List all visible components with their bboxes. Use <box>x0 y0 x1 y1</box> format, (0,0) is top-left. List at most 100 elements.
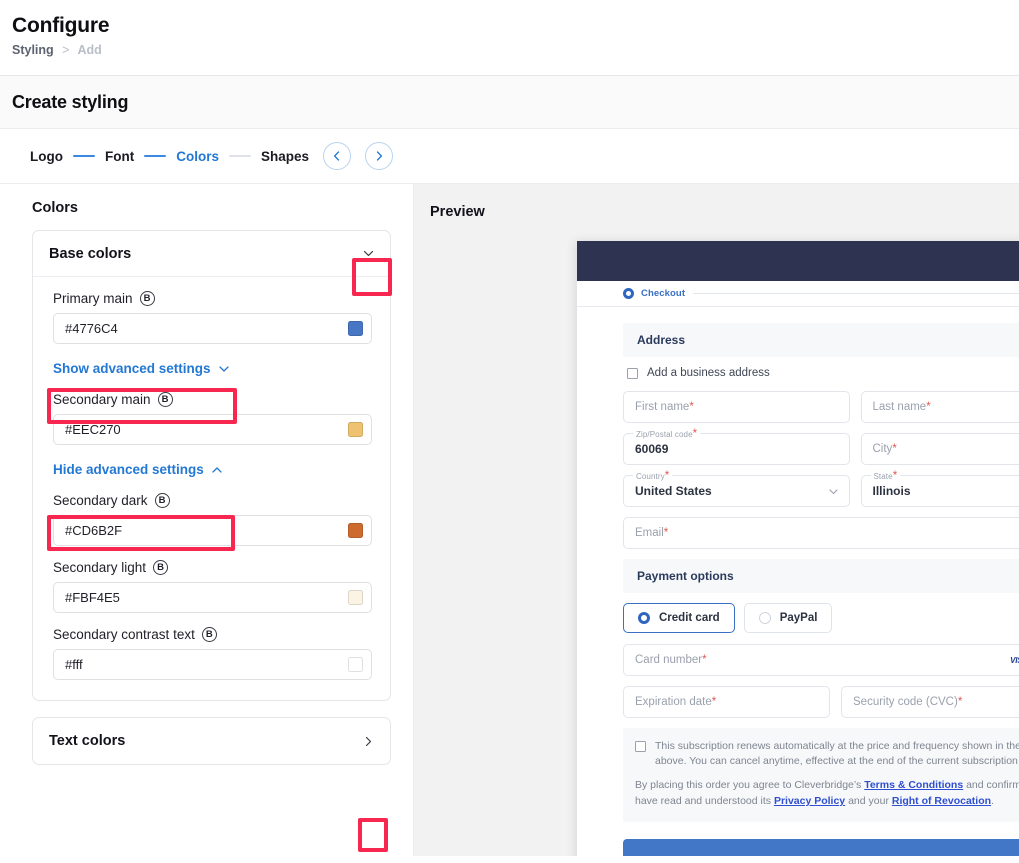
next-step-button[interactable] <box>365 142 394 170</box>
base-colors-card: Base colors Primary main B #4776C4 Show … <box>32 230 391 701</box>
secondary-light-input[interactable]: #FBF4E5 <box>53 582 372 613</box>
required-asterisk: * <box>663 527 669 539</box>
show-advanced-settings-link[interactable]: Show advanced settings <box>53 361 230 376</box>
state-value: Illinois <box>872 484 911 498</box>
step-shapes[interactable]: Shapes <box>261 149 309 164</box>
name-row: First name * Last name * <box>623 391 1019 423</box>
chevron-left-icon <box>333 151 340 161</box>
card-brand-icons: VISA <box>1010 655 1019 666</box>
visa-icon: VISA <box>1010 655 1019 665</box>
base-colors-header[interactable]: Base colors <box>33 231 390 277</box>
secondary-dark-input[interactable]: #CD6B2F <box>53 515 372 546</box>
checkout-submit-button[interactable] <box>623 838 1019 856</box>
section-title: Create styling <box>12 92 129 112</box>
subscription-consent-checkbox[interactable] <box>635 741 646 752</box>
city-input[interactable]: City * <box>860 433 1019 465</box>
hide-advanced-settings-link[interactable]: Hide advanced settings <box>53 462 223 477</box>
city-placeholder: City <box>872 443 893 455</box>
business-address-checkbox[interactable] <box>627 367 638 379</box>
field-label-text: Primary main <box>53 291 133 306</box>
legal-mid2: and your <box>845 795 892 808</box>
country-select[interactable]: Country* United States <box>623 470 850 507</box>
secondary-main-input[interactable]: #EEC270 <box>53 414 372 445</box>
zip-value: 60069 <box>635 442 669 456</box>
expiration-date-input[interactable]: Expiration date * <box>623 686 830 718</box>
address-section-header: Address <box>623 323 1019 357</box>
colors-panel-title: Colors <box>32 200 78 216</box>
terms-conditions-link[interactable]: Terms & Conditions <box>864 779 963 791</box>
field-label-secondary-light: Secondary light B <box>53 560 372 575</box>
breadcrumb-parent[interactable]: Styling <box>12 43 54 57</box>
step-font[interactable]: Font <box>105 149 134 164</box>
payment-section-header: Payment options <box>623 559 1019 593</box>
step-connector-3-icon <box>229 155 252 157</box>
card-number-row: Card number* VISA <box>623 644 1019 676</box>
field-label-text: Secondary main <box>53 392 151 407</box>
prev-step-button[interactable] <box>323 142 352 170</box>
breadcrumb: Styling > Add <box>12 43 1019 57</box>
page-header: Configure Styling > Add <box>0 0 1019 76</box>
last-name-input[interactable]: Last name * <box>860 391 1019 423</box>
primary-main-swatch[interactable] <box>348 321 363 336</box>
chevron-down-icon <box>218 365 229 372</box>
security-code-input[interactable]: Security code (CVC) * <box>841 686 1019 718</box>
primary-main-input[interactable]: #4776C4 <box>53 313 372 344</box>
first-name-input[interactable]: First name * <box>623 391 850 423</box>
checkout-banner <box>577 241 1019 281</box>
checkout-step-radio-icon <box>623 288 634 299</box>
email-placeholder: Email <box>635 527 664 539</box>
text-colors-header[interactable]: Text colors <box>33 718 390 764</box>
primary-main-value: #4776C4 <box>65 321 118 336</box>
base-colors-collapse-button[interactable] <box>356 242 380 266</box>
right-of-revocation-link[interactable]: Right of Revocation <box>892 795 991 807</box>
base-colors-title: Base colors <box>49 245 132 262</box>
page-title: Configure <box>12 14 110 37</box>
payment-option-credit-card[interactable]: Credit card <box>623 603 735 633</box>
secondary-dark-value: #CD6B2F <box>65 523 123 538</box>
field-label-secondary-main: Secondary main B <box>53 392 372 407</box>
country-dropdown-caret[interactable] <box>828 486 839 497</box>
expiry-cvc-row: Expiration date * Security code (CVC) * <box>623 686 1019 718</box>
legal-text: By placing this order you agree to Cleve… <box>635 778 1019 810</box>
required-asterisk: * <box>711 696 717 708</box>
zip-city-row: Zip/Postal code* 60069 City * <box>623 428 1019 465</box>
field-label-secondary-contrast-text: Secondary contrast text B <box>53 627 372 642</box>
email-input[interactable]: Email * <box>623 517 1019 549</box>
zip-input[interactable]: Zip/Postal code* 60069 <box>623 428 850 465</box>
secondary-main-swatch[interactable] <box>348 422 363 437</box>
field-secondary-dark: Secondary dark B #CD6B2F <box>53 493 372 546</box>
step-colors[interactable]: Colors <box>176 149 219 164</box>
privacy-policy-link[interactable]: Privacy Policy <box>774 795 845 807</box>
preview-panel: Preview Checkout Address Add a business … <box>414 184 1019 856</box>
text-colors-expand-button[interactable] <box>356 729 380 753</box>
step-logo[interactable]: Logo <box>30 149 63 164</box>
payment-section-title: Payment options <box>637 569 734 583</box>
payment-options: Credit card PayPal <box>623 603 1019 633</box>
checkout-tab-label: Checkout <box>641 288 686 299</box>
wizard-stepper: Logo Font Colors Shapes <box>0 128 1019 184</box>
field-label-secondary-dark: Secondary dark B <box>53 493 372 508</box>
secondary-contrast-text-input[interactable]: #fff <box>53 649 372 680</box>
hide-advanced-settings-label: Hide advanced settings <box>53 462 204 477</box>
state-select[interactable]: State* Illinois <box>860 470 1019 507</box>
subscription-consent-row[interactable]: This subscription renews automatically a… <box>635 739 1019 769</box>
security-code-placeholder: Security code (CVC) <box>853 696 958 708</box>
field-label-primary-main: Primary main B <box>53 291 372 306</box>
chevron-right-icon <box>365 736 371 746</box>
credit-card-radio[interactable] <box>638 612 650 624</box>
zip-floating-label: Zip/Postal code* <box>633 428 701 440</box>
business-address-row[interactable]: Add a business address <box>627 367 1019 379</box>
secondary-contrast-text-swatch[interactable] <box>348 657 363 672</box>
secondary-light-swatch[interactable] <box>348 590 363 605</box>
first-name-placeholder: First name <box>635 401 690 413</box>
text-colors-title: Text colors <box>49 733 126 749</box>
paypal-radio[interactable] <box>758 612 771 624</box>
last-name-placeholder: Last name <box>872 401 927 413</box>
payment-option-paypal[interactable]: PayPal <box>743 603 833 633</box>
paypal-label: PayPal <box>779 612 818 624</box>
address-section-title: Address <box>637 333 686 347</box>
email-row: Email * <box>623 517 1019 549</box>
secondary-dark-swatch[interactable] <box>348 523 363 538</box>
card-number-input[interactable]: Card number* VISA <box>623 644 1019 676</box>
field-primary-main: Primary main B #4776C4 <box>53 291 372 344</box>
